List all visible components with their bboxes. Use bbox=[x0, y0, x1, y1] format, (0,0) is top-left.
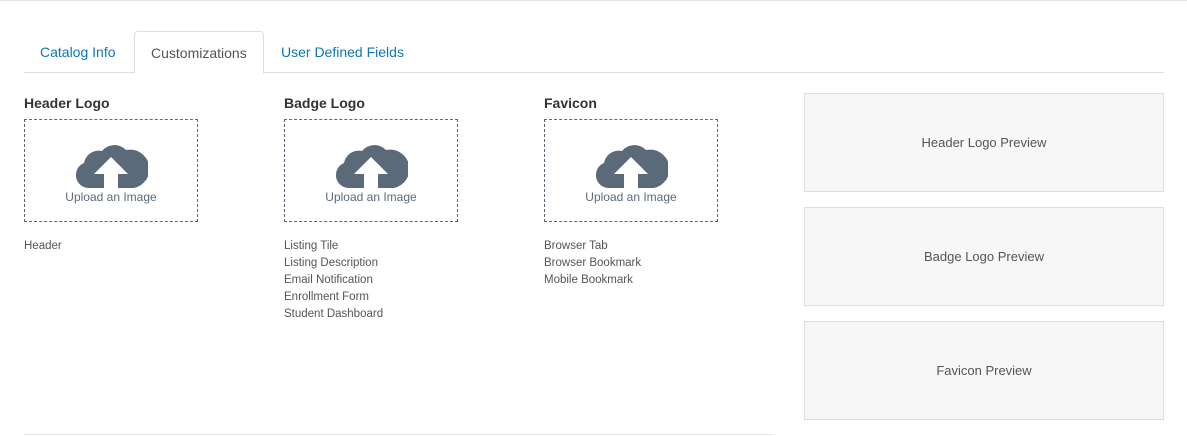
usage-item: Email Notification bbox=[284, 274, 373, 286]
top-divider bbox=[0, 0, 1187, 1]
upload-label: Upload an Image bbox=[585, 190, 677, 204]
tab-bar: Catalog Info Customizations User Defined… bbox=[24, 31, 1164, 74]
badge-logo-title: Badge Logo bbox=[284, 95, 365, 111]
badge-logo-upload-dropzone[interactable]: Upload an Image bbox=[284, 119, 458, 222]
header-logo-upload-dropzone[interactable]: Upload an Image bbox=[24, 119, 198, 222]
header-logo-title: Header Logo bbox=[24, 95, 110, 111]
favicon-title: Favicon bbox=[544, 95, 597, 111]
favicon-upload-dropzone[interactable]: Upload an Image bbox=[544, 119, 718, 222]
bottom-divider bbox=[24, 434, 774, 435]
usage-item: Header bbox=[24, 240, 62, 252]
favicon-section: Favicon Upload an Image Browser Tab Brows… bbox=[544, 95, 719, 289]
upload-label: Upload an Image bbox=[325, 190, 417, 204]
usage-item: Student Dashboard bbox=[284, 308, 384, 320]
badge-logo-section: Badge Logo Upload an Image Listing Tile L… bbox=[284, 95, 459, 323]
badge-logo-preview: Badge Logo Preview bbox=[804, 207, 1164, 306]
usage-item: Browser Bookmark bbox=[544, 257, 642, 269]
header-logo-preview: Header Logo Preview bbox=[804, 93, 1164, 192]
tab-user-defined-fields[interactable]: User Defined Fields bbox=[265, 31, 420, 72]
favicon-preview: Favicon Preview bbox=[804, 321, 1164, 420]
usage-item: Listing Description bbox=[284, 257, 378, 269]
tab-catalog-info[interactable]: Catalog Info bbox=[24, 31, 132, 72]
usage-item: Browser Tab bbox=[544, 240, 608, 252]
usage-item: Enrollment Form bbox=[284, 291, 369, 303]
tab-customizations[interactable]: Customizations bbox=[134, 31, 264, 74]
usage-item: Mobile Bookmark bbox=[544, 274, 633, 286]
favicon-usage-list: Browser Tab Browser Bookmark Mobile Bookma… bbox=[544, 238, 719, 289]
header-logo-usage-list: Header bbox=[24, 238, 199, 255]
upload-label: Upload an Image bbox=[65, 190, 157, 204]
header-logo-section: Header Logo Upload an Image Header bbox=[24, 95, 199, 255]
badge-logo-usage-list: Listing Tile Listing Description Email Not… bbox=[284, 238, 459, 323]
usage-item: Listing Tile bbox=[284, 240, 339, 252]
